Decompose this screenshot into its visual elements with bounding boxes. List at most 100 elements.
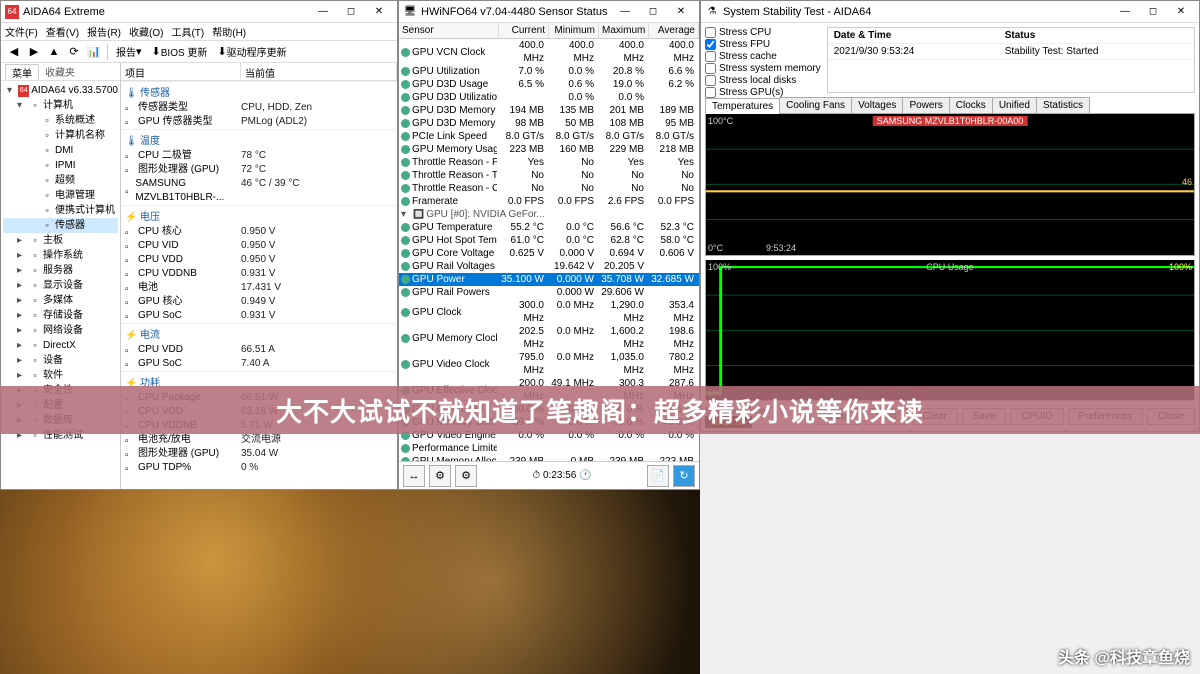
tree-node[interactable]: ▸▫服务器 xyxy=(3,263,118,278)
up-icon[interactable]: ▲ xyxy=(45,43,63,61)
stress-check[interactable]: Stress system memory xyxy=(705,63,821,74)
tab-voltages[interactable]: Voltages xyxy=(851,97,903,113)
tree-node[interactable]: ▸▫存储设备 xyxy=(3,308,118,323)
expand-icon[interactable]: ↔ xyxy=(403,465,425,487)
tree-node[interactable]: ▾▫计算机 xyxy=(3,98,118,113)
hw-row[interactable]: GPU Video Clock795.0 MHz0.0 MHz1,035.0 M… xyxy=(399,351,699,377)
hw-titlebar[interactable]: 🖥 HWiNFO64 v7.04-4480 Sensor Status —◻✕ xyxy=(399,1,699,23)
stability-icon: ⚗ xyxy=(705,5,719,19)
hw-row[interactable]: GPU Temperature55.2 °C0.0 °C56.6 °C52.3 … xyxy=(399,221,699,234)
max-button[interactable]: ◻ xyxy=(1139,2,1167,22)
min-button[interactable]: — xyxy=(1111,2,1139,22)
clock-icon: ⏱ xyxy=(532,470,540,481)
tab-clocks[interactable]: Clocks xyxy=(949,97,993,113)
menu-item[interactable]: 查看(V) xyxy=(46,24,79,39)
hw-row[interactable]: GPU Utilization7.0 %0.0 %20.8 %6.6 % xyxy=(399,65,699,78)
hw-row[interactable]: GPU VCN Clock400.0 MHz400.0 MHz400.0 MHz… xyxy=(399,39,699,65)
menu-item[interactable]: 收藏(O) xyxy=(129,24,163,39)
tab-statistics[interactable]: Statistics xyxy=(1036,97,1090,113)
fwd-icon[interactable]: ▶ xyxy=(25,43,43,61)
hw-row[interactable]: GPU Power35.100 W0.000 W35.708 W32.685 W xyxy=(399,273,699,286)
temp-graph: SAMSUNG MZVLB1T0HBLR-00A00 100°C 0°C 46 … xyxy=(705,114,1195,256)
driver-button[interactable]: ⬇ 驱动程序更新 xyxy=(213,43,290,61)
desktop-wallpaper xyxy=(0,490,700,674)
log-icon[interactable]: 📄 xyxy=(647,465,669,487)
hw-row[interactable]: Performance Limiters xyxy=(399,442,699,455)
hw-row[interactable]: GPU D3D Memory Dynamic98 MB50 MB108 MB95… xyxy=(399,117,699,130)
aida-titlebar[interactable]: 64 AIDA64 Extreme — ◻ ✕ xyxy=(1,1,397,23)
sensor-row: ▫GPU TDP%0 % xyxy=(121,461,397,475)
tree-node[interactable]: ▸▫显示设备 xyxy=(3,278,118,293)
bios-button[interactable]: ⬇ BIOS 更新 xyxy=(148,43,212,61)
hw-row[interactable]: GPU Clock300.0 MHz0.0 MHz1,290.0 MHz353.… xyxy=(399,299,699,325)
hw-row[interactable]: Framerate0.0 FPS0.0 FPS2.6 FPS0.0 FPS xyxy=(399,195,699,208)
config-icon[interactable]: ⚙ xyxy=(429,465,451,487)
config2-icon[interactable]: ⚙ xyxy=(455,465,477,487)
hw-row[interactable]: GPU Memory Clock202.5 MHz0.0 MHz1,600.2 … xyxy=(399,325,699,351)
overlay-banner: 大不大试试不就知道了笔趣阁：超多精彩小说等你来读 xyxy=(0,386,1200,434)
hw-row[interactable]: GPU Core Voltage0.625 V0.000 V0.694 V0.6… xyxy=(399,247,699,260)
tab-unified[interactable]: Unified xyxy=(992,97,1037,113)
tree-node[interactable]: ▫便携式计算机 xyxy=(3,203,118,218)
tree-node[interactable]: ▸▫操作系统 xyxy=(3,248,118,263)
tree-node[interactable]: ▫系统概述 xyxy=(3,113,118,128)
tree-node[interactable]: ▸▫网络设备 xyxy=(3,323,118,338)
col-value: 当前值 xyxy=(241,63,397,80)
hw-row[interactable]: Throttle Reason - PowerYesNoYesYes xyxy=(399,156,699,169)
hw-group-gpu[interactable]: ▾🔲 GPU [#0]: NVIDIA GeFor... xyxy=(399,208,699,221)
min-button[interactable]: — xyxy=(611,2,639,22)
tree-node[interactable]: ▫DMI xyxy=(3,143,118,158)
hw-row[interactable]: GPU D3D Memory Dedica...194 MB135 MB201 … xyxy=(399,104,699,117)
tree-node[interactable]: ▫传感器 xyxy=(3,218,118,233)
stress-check[interactable]: Stress FPU xyxy=(705,39,821,50)
close-button[interactable]: ✕ xyxy=(365,2,393,22)
min-button[interactable]: — xyxy=(309,2,337,22)
hw-row[interactable]: GPU Rail Voltages19.642 V20.205 V xyxy=(399,260,699,273)
tree-node[interactable]: ▫计算机名称 xyxy=(3,128,118,143)
back-icon[interactable]: ◀ xyxy=(5,43,23,61)
tree-node[interactable]: ▸▫设备 xyxy=(3,353,118,368)
tree-node[interactable]: ▸▫主板 xyxy=(3,233,118,248)
tree-node[interactable]: ▸▫DirectX xyxy=(3,338,118,353)
hw-row[interactable]: GPU D3D Utilizations0.0 %0.0 % xyxy=(399,91,699,104)
menu-item[interactable]: 帮助(H) xyxy=(212,24,246,39)
stress-check[interactable]: Stress cache xyxy=(705,51,821,62)
stab-titlebar[interactable]: ⚗ System Stability Test - AIDA64 —◻✕ xyxy=(701,1,1199,23)
tree-root[interactable]: ▾64AIDA64 v6.33.5700 xyxy=(3,83,118,98)
reset-icon[interactable]: ↻ xyxy=(673,465,695,487)
tree-node[interactable]: ▸▫软件 xyxy=(3,368,118,383)
tree-node[interactable]: ▫电源管理 xyxy=(3,188,118,203)
tree-node[interactable]: ▸▫多媒体 xyxy=(3,293,118,308)
hw-row[interactable]: PCIe Link Speed8.0 GT/s8.0 GT/s8.0 GT/s8… xyxy=(399,130,699,143)
sensor-row: ▫SAMSUNG MZVLB1T0HBLR-...46 °C / 39 °C xyxy=(121,177,397,205)
max-button[interactable]: ◻ xyxy=(639,2,667,22)
menu-item[interactable]: 报告(R) xyxy=(87,24,121,39)
max-button[interactable]: ◻ xyxy=(337,2,365,22)
sensor-group: 🌡温度 xyxy=(121,129,397,149)
sensor-row: ▫CPU VDD0.950 V xyxy=(121,253,397,267)
hw-row[interactable]: Throttle Reason - ThermalNoNoNoNo xyxy=(399,169,699,182)
tab-cooling fans[interactable]: Cooling Fans xyxy=(779,97,852,113)
chart-icon[interactable]: 📊 xyxy=(85,43,103,61)
tree-node[interactable]: ▫IPMI xyxy=(3,158,118,173)
hw-row[interactable]: GPU Rail Powers0.000 W29.606 W xyxy=(399,286,699,299)
close-button[interactable]: ✕ xyxy=(1167,2,1195,22)
tree-node[interactable]: ▫超频 xyxy=(3,173,118,188)
tab-menu[interactable]: 菜单 xyxy=(5,64,39,80)
stab-tabs: TemperaturesCooling FansVoltagesPowersCl… xyxy=(705,97,1195,114)
stress-check[interactable]: Stress local disks xyxy=(705,75,821,86)
report-button[interactable]: 报告 ▾ xyxy=(112,43,146,61)
hw-row[interactable]: GPU Memory Usage223 MB160 MB229 MB218 MB xyxy=(399,143,699,156)
stress-check[interactable]: Stress CPU xyxy=(705,27,821,38)
hw-row[interactable]: Throttle Reason - CurrentNoNoNoNo xyxy=(399,182,699,195)
close-button[interactable]: ✕ xyxy=(667,2,695,22)
tab-powers[interactable]: Powers xyxy=(902,97,949,113)
hw-row[interactable]: GPU D3D Usage6.5 %0.6 %19.0 %6.2 % xyxy=(399,78,699,91)
hw-row[interactable]: GPU Hot Spot Temperature61.0 °C0.0 °C62.… xyxy=(399,234,699,247)
refresh-icon[interactable]: ⟳ xyxy=(65,43,83,61)
menu-item[interactable]: 文件(F) xyxy=(5,24,38,39)
tab-fav[interactable]: 收藏夹 xyxy=(39,64,81,79)
menu-item[interactable]: 工具(T) xyxy=(171,24,204,39)
sensor-row: ▫GPU 核心0.949 V xyxy=(121,295,397,309)
tab-temperatures[interactable]: Temperatures xyxy=(705,98,780,114)
